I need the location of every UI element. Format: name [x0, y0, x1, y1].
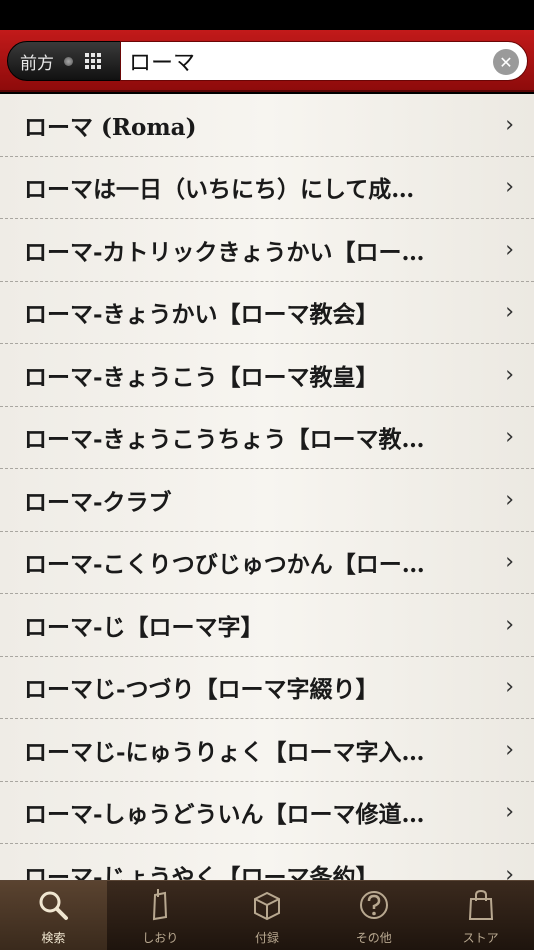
chevron-right-icon: › — [505, 487, 514, 513]
chevron-right-icon: › — [505, 674, 514, 700]
box-icon — [253, 891, 280, 921]
shopping-bag-icon — [468, 889, 493, 920]
tab-label: しおり — [142, 931, 179, 945]
search-bar: 前方 ✕ — [0, 30, 534, 92]
list-item-label: ローマ-じ【ローマ字】 — [24, 613, 264, 641]
list-item-label: ローマ-きょうかい【ローマ教会】 — [24, 301, 379, 329]
search-mode-toggle[interactable]: 前方 — [7, 41, 121, 81]
list-item-label: ローマは一日（いちにち）にして成… — [24, 176, 415, 204]
chevron-right-icon: › — [505, 549, 514, 575]
list-item[interactable]: ローマ-しゅうどういん【ローマ修道… › — [0, 782, 534, 844]
grid-icon — [85, 53, 101, 69]
tab-store[interactable]: ストア — [427, 881, 534, 950]
chevron-right-icon: › — [505, 362, 514, 388]
list-item-label: ローマ-きょうこう【ローマ教皇】 — [24, 363, 379, 391]
chevron-right-icon: › — [505, 612, 514, 638]
list-item-label: ローマ (Roma) — [24, 113, 197, 141]
list-item-label: ローマ-しゅうどういん【ローマ修道… — [24, 801, 425, 829]
tab-bar: 検索 しおり 付録 その他 ストア — [0, 880, 534, 950]
list-item[interactable]: ローマは一日（いちにち）にして成… › — [0, 157, 534, 219]
search-field: ✕ — [120, 41, 528, 81]
close-icon: ✕ — [499, 52, 513, 72]
question-icon — [359, 891, 388, 919]
list-item[interactable]: ローマ (Roma) › — [0, 94, 534, 157]
chevron-right-icon: › — [505, 299, 514, 325]
list-item[interactable]: ローマ-じょうやく【ローマ条約】 › — [0, 844, 534, 880]
chevron-right-icon: › — [505, 424, 514, 450]
list-item-label: ローマじ-にゅうりょく【ローマ字入… — [24, 738, 425, 766]
chevron-right-icon: › — [505, 862, 514, 880]
status-bar — [0, 0, 534, 30]
tab-appendix[interactable]: 付録 — [214, 881, 321, 950]
search-icon — [39, 891, 69, 920]
list-item[interactable]: ローマ-きょうこう【ローマ教皇】 › — [0, 344, 534, 407]
list-item-label: ローマ-きょうこうちょう【ローマ教… — [24, 426, 425, 454]
search-mode-label: 前方 — [20, 53, 54, 74]
list-item[interactable]: ローマ-きょうこうちょう【ローマ教… › — [0, 407, 534, 469]
list-item[interactable]: ローマじ-つづり【ローマ字綴り】 › — [0, 657, 534, 719]
list-item[interactable]: ローマ-クラブ › — [0, 469, 534, 532]
tab-label: その他 — [355, 931, 392, 945]
tab-label: ストア — [462, 931, 499, 945]
tab-other[interactable]: その他 — [320, 881, 427, 950]
list-item[interactable]: ローマ-こくりつびじゅつかん【ロー… › — [0, 532, 534, 594]
list-item[interactable]: ローマ-じ【ローマ字】 › — [0, 594, 534, 657]
chevron-right-icon: › — [505, 737, 514, 763]
tab-bookmarks[interactable]: しおり — [107, 881, 214, 950]
list-item-label: ローマ-カトリックきょうかい【ロー… — [24, 238, 425, 266]
list-item-label: ローマ-じょうやく【ローマ条約】 — [24, 863, 379, 880]
mode-indicator-dot — [64, 56, 73, 66]
list-item[interactable]: ローマ-きょうかい【ローマ教会】 › — [0, 282, 534, 344]
list-item-label: ローマ-クラブ — [24, 488, 172, 516]
list-item-label: ローマ-こくりつびじゅつかん【ロー… — [24, 551, 425, 579]
tab-label: 検索 — [41, 931, 66, 945]
bookmark-icon — [153, 889, 168, 921]
list-item[interactable]: ローマ-カトリックきょうかい【ロー… › — [0, 219, 534, 282]
tab-search[interactable]: 検索 — [0, 881, 107, 950]
chevron-right-icon: › — [505, 112, 514, 138]
tab-label: 付録 — [254, 931, 279, 945]
search-input[interactable] — [129, 48, 489, 74]
chevron-right-icon: › — [505, 237, 514, 263]
results-list: ローマ (Roma) › ローマは一日（いちにち）にして成… › ローマ-カトリック… — [0, 94, 534, 880]
chevron-right-icon: › — [505, 174, 514, 200]
clear-search-button[interactable]: ✕ — [493, 49, 519, 75]
chevron-right-icon: › — [505, 799, 514, 825]
list-item-label: ローマじ-つづり【ローマ字綴り】 — [24, 676, 379, 704]
list-item[interactable]: ローマじ-にゅうりょく【ローマ字入… › — [0, 719, 534, 782]
